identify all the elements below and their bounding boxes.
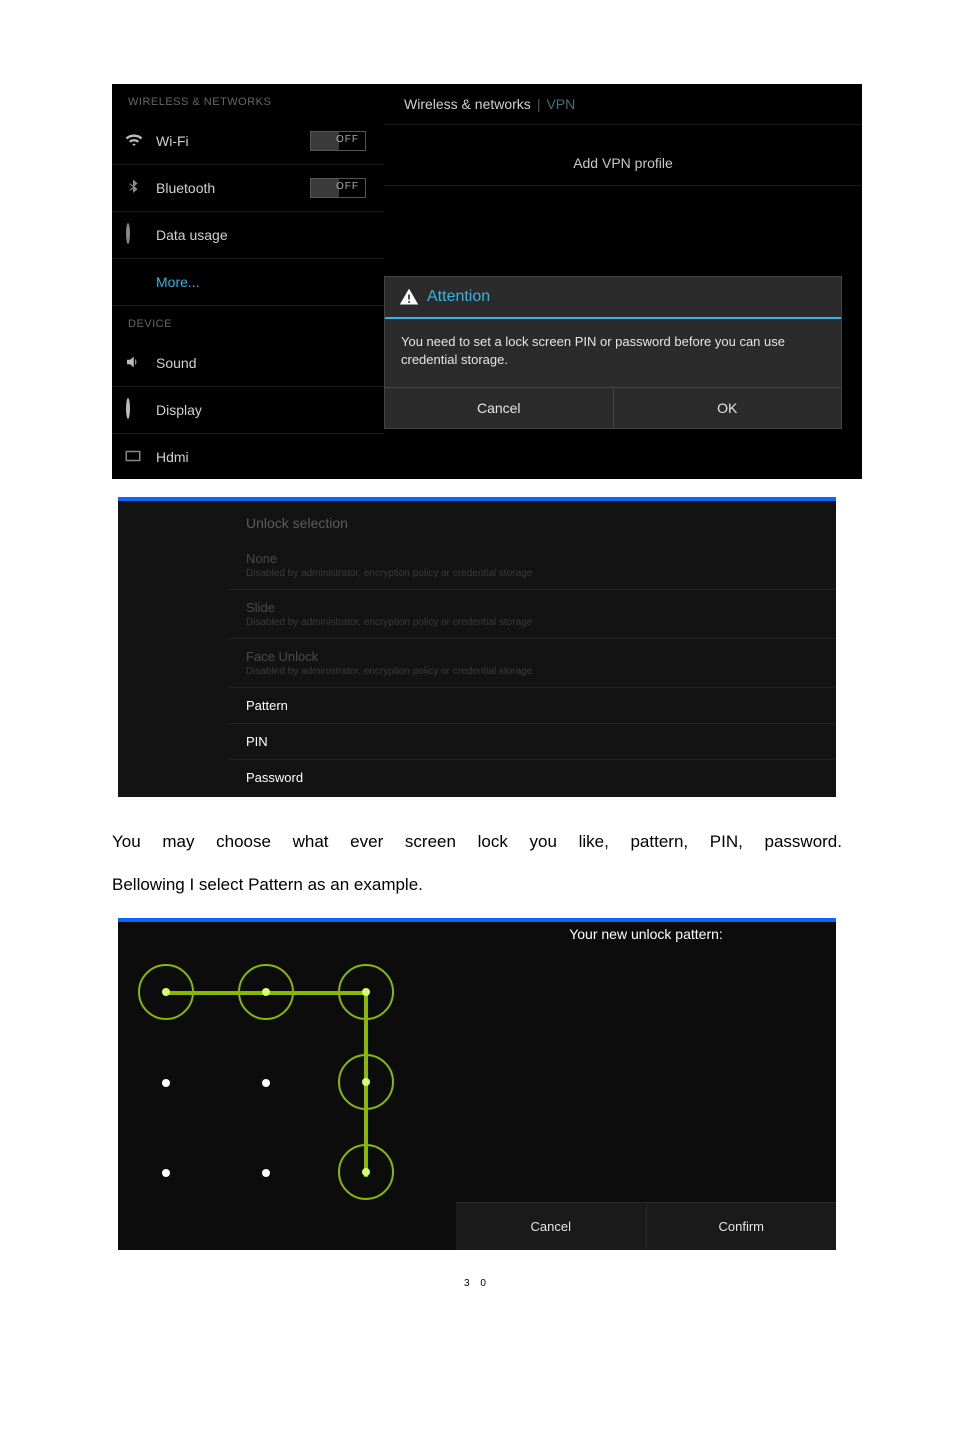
data-usage-icon [124,225,144,245]
unlock-selection-title: Unlock selection [228,501,836,541]
sidebar-item-wifi[interactable]: Wi-Fi OFF [112,118,384,165]
sound-icon [124,353,144,373]
display-label: Display [156,402,202,418]
wifi-icon [124,131,144,151]
more-label: More... [156,274,200,290]
panel-header: Wireless & networks | VPN [384,84,862,125]
option-none: None Disabled by administrator, encrypti… [228,541,836,590]
panel-title: Wireless & networks [404,96,531,112]
sidebar-item-sound[interactable]: Sound [112,340,384,387]
pattern-button-bar: Cancel Confirm [456,1202,836,1250]
bluetooth-toggle[interactable]: OFF [310,178,366,198]
dialog-message: You need to set a lock screen PIN or pas… [385,319,841,388]
option-slide: Slide Disabled by administrator, encrypt… [228,590,836,639]
add-vpn-profile[interactable]: Add VPN profile [384,125,862,186]
display-icon [124,400,144,420]
wifi-toggle[interactable]: OFF [310,131,366,151]
pattern-header: Your new unlock pattern: [456,922,836,942]
attention-dialog: Attention You need to set a lock screen … [384,276,842,429]
bluetooth-icon [124,178,144,198]
category-wireless-networks: WIRELESS & NETWORKS [112,84,384,118]
unlock-selection-screenshot: Unlock selection None Disabled by admini… [118,497,836,797]
warning-icon [399,287,419,307]
body-paragraph-1: You may choose what ever screen lock you… [112,823,842,860]
option-pin[interactable]: PIN [228,724,836,760]
data-usage-label: Data usage [156,227,228,243]
wifi-label: Wi-Fi [156,133,189,149]
body-paragraph-2: Bellowing I select Pattern as an example… [112,866,842,903]
hdmi-label: Hdmi [156,449,189,465]
panel-subtitle: VPN [546,96,575,112]
cancel-button[interactable]: Cancel [385,388,614,428]
category-device: DEVICE [112,306,384,340]
ok-button[interactable]: OK [614,388,842,428]
option-password[interactable]: Password [228,760,836,795]
cancel-button[interactable]: Cancel [456,1203,647,1250]
sidebar-item-data-usage[interactable]: Data usage [112,212,384,259]
bluetooth-label: Bluetooth [156,180,215,196]
dialog-header: Attention [385,277,841,319]
settings-vpn-dialog-screenshot: WIRELESS & NETWORKS Wi-Fi OFF Bluetooth … [112,84,862,479]
sidebar-item-hdmi[interactable]: Hdmi [112,434,384,479]
draw-pattern-screenshot: Your new unlock pattern: Cancel Confirm [118,918,836,1250]
settings-sidebar: WIRELESS & NETWORKS Wi-Fi OFF Bluetooth … [112,84,384,479]
confirm-button[interactable]: Confirm [647,1203,837,1250]
sound-label: Sound [156,355,196,371]
sidebar-item-display[interactable]: Display [112,387,384,434]
dialog-title: Attention [427,288,490,306]
sidebar-item-bluetooth[interactable]: Bluetooth OFF [112,165,384,212]
sidebar-item-more[interactable]: More... [112,259,384,306]
hdmi-icon [124,447,144,467]
pattern-grid[interactable] [136,964,436,1204]
option-face-unlock: Face Unlock Disabled by administrator, e… [228,639,836,688]
option-pattern[interactable]: Pattern [228,688,836,724]
page-number: 3 0 [112,1278,842,1289]
